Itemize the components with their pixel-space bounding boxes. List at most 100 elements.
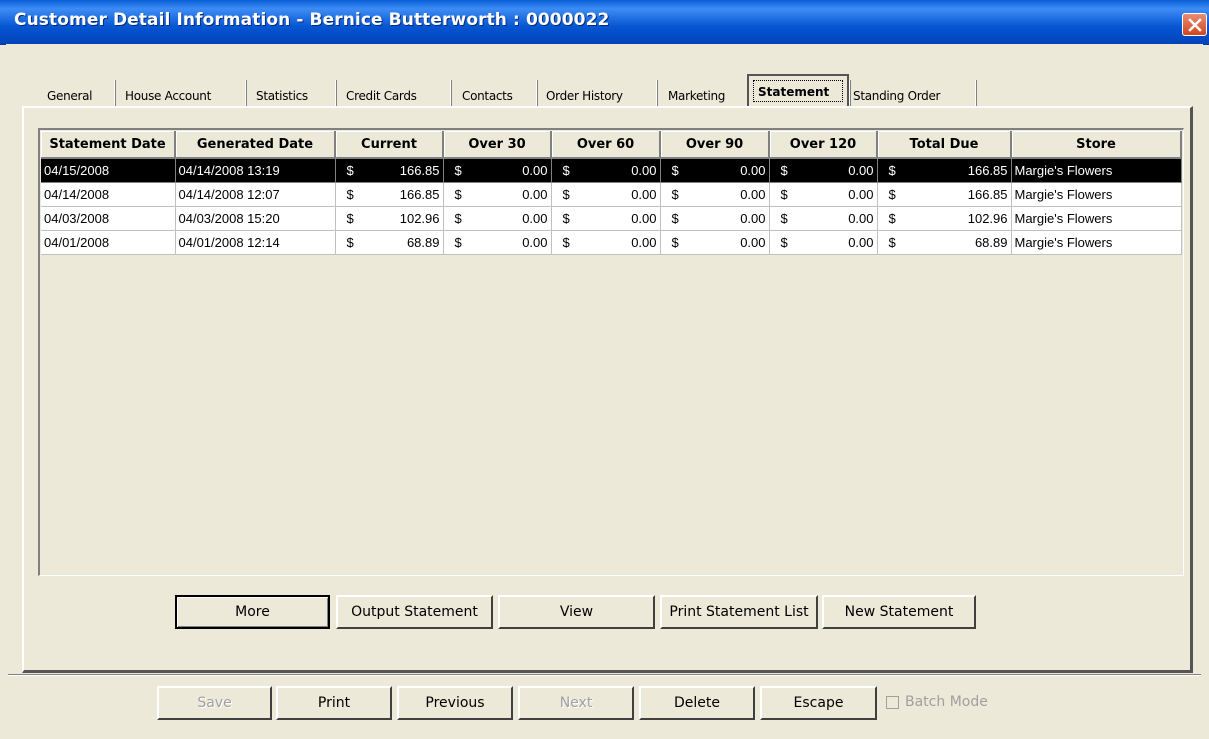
cell-over90-value: 0.00 — [740, 235, 766, 250]
currency-symbol: $ — [562, 163, 570, 178]
escape-button[interactable]: Escape — [760, 686, 877, 720]
cell-generated-date: 04/01/2008 12:14 — [175, 230, 336, 255]
currency-symbol: $ — [454, 187, 462, 202]
delete-button[interactable]: Delete — [639, 686, 755, 720]
cell-over120-value: 0.00 — [848, 235, 874, 250]
currency-symbol: $ — [888, 235, 896, 250]
cell-over90-value: 0.00 — [740, 187, 766, 202]
col-header-current[interactable]: Current — [335, 131, 444, 159]
print-button[interactable]: Print — [276, 686, 392, 720]
cell-over120: $0.00 — [769, 206, 878, 231]
cell-over90-value: 0.00 — [740, 211, 766, 226]
col-header-over-30[interactable]: Over 30 — [443, 131, 552, 159]
window-title: Customer Detail Information - Bernice Bu… — [14, 10, 610, 30]
previous-button[interactable]: Previous — [397, 686, 513, 720]
divider — [8, 674, 1201, 676]
currency-symbol: $ — [888, 163, 896, 178]
table-row[interactable]: 04/01/2008 04/01/2008 12:14 $68.89 $0.00 $0.… — [41, 230, 1182, 255]
cell-store: Margie's Flowers — [1011, 230, 1182, 255]
cell-current-value: 102.96 — [399, 211, 440, 226]
cell-over120: $0.00 — [769, 230, 878, 255]
cell-over60: $0.00 — [551, 230, 661, 255]
cell-over30: $0.00 — [443, 206, 552, 231]
col-header-store[interactable]: Store — [1011, 131, 1182, 159]
table-row[interactable]: 04/14/2008 04/14/2008 12:07 $166.85 $0.00 $0… — [41, 182, 1182, 207]
tab-credit-cards[interactable]: Credit Cards — [346, 78, 446, 106]
cell-generated-date: 04/03/2008 15:20 — [175, 206, 336, 231]
close-button[interactable] — [1182, 13, 1207, 36]
col-header-over-120[interactable]: Over 120 — [769, 131, 878, 159]
cell-over30-value: 0.00 — [522, 163, 548, 178]
tab-label: Order History — [546, 89, 623, 103]
tab-label: Marketing — [668, 89, 726, 103]
col-header-over-90[interactable]: Over 90 — [660, 131, 770, 159]
cell-current-value: 166.85 — [399, 163, 440, 178]
tab-label: House Account — [125, 89, 211, 103]
cell-statement-date: 04/15/2008 — [41, 158, 176, 183]
currency-symbol: $ — [562, 211, 570, 226]
tab-marketing[interactable]: Marketing — [668, 78, 744, 106]
new-statement-button[interactable]: New Statement — [822, 595, 976, 629]
save-button[interactable]: Save — [157, 686, 272, 720]
tab-label: Standing Order — [853, 89, 941, 103]
cell-current: $68.89 — [335, 230, 444, 255]
cell-total-due: $102.96 — [877, 206, 1012, 231]
currency-symbol: $ — [346, 163, 354, 178]
tab-standing-order[interactable]: Standing Order — [853, 78, 973, 106]
tab-house-account[interactable]: House Account — [125, 78, 240, 106]
tab-divider — [536, 80, 538, 106]
cell-total-due: $166.85 — [877, 158, 1012, 183]
cell-total-due: $166.85 — [877, 182, 1012, 207]
currency-symbol: $ — [562, 187, 570, 202]
cell-current: $166.85 — [335, 158, 444, 183]
tab-divider — [975, 80, 977, 106]
cell-over90: $0.00 — [660, 182, 770, 207]
tab-statistics[interactable]: Statistics — [256, 78, 331, 106]
cell-total-due-value: 166.85 — [967, 187, 1008, 202]
cell-over30-value: 0.00 — [522, 211, 548, 226]
checkbox-box — [886, 696, 899, 709]
tab-label: Statement — [758, 85, 830, 99]
currency-symbol: $ — [888, 211, 896, 226]
cell-over60: $0.00 — [551, 182, 661, 207]
tab-general[interactable]: General — [47, 78, 109, 106]
cell-current: $166.85 — [335, 182, 444, 207]
currency-symbol: $ — [780, 163, 788, 178]
cell-over90: $0.00 — [660, 230, 770, 255]
cell-over120-value: 0.00 — [848, 187, 874, 202]
cell-over60-value: 0.00 — [631, 163, 657, 178]
currency-symbol: $ — [346, 235, 354, 250]
cell-statement-date: 04/03/2008 — [41, 206, 176, 231]
next-button[interactable]: Next — [518, 686, 634, 720]
cell-over120: $0.00 — [769, 158, 878, 183]
cell-over120-value: 0.00 — [848, 211, 874, 226]
tab-contacts[interactable]: Contacts — [462, 78, 532, 106]
cell-over30-value: 0.00 — [522, 187, 548, 202]
cell-over120-value: 0.00 — [848, 163, 874, 178]
view-button[interactable]: View — [498, 595, 655, 629]
tab-order-history[interactable]: Order History — [546, 78, 652, 106]
col-header-total-due[interactable]: Total Due — [877, 131, 1012, 159]
cell-over90: $0.00 — [660, 158, 770, 183]
statement-table: Statement Date Generated Date Current Ov… — [41, 131, 1182, 255]
tab-label: General — [47, 89, 93, 103]
cell-statement-date: 04/14/2008 — [41, 182, 176, 207]
statement-grid[interactable]: Statement Date Generated Date Current Ov… — [38, 128, 1184, 576]
col-header-generated-date[interactable]: Generated Date — [175, 131, 336, 159]
cell-statement-date: 04/01/2008 — [41, 230, 176, 255]
table-row[interactable]: 04/03/2008 04/03/2008 15:20 $102.96 $0.00 $0… — [41, 206, 1182, 231]
close-icon — [1188, 18, 1202, 32]
title-bar: Customer Detail Information - Bernice Bu… — [0, 0, 1209, 45]
output-statement-button[interactable]: Output Statement — [336, 595, 493, 629]
col-header-statement-date[interactable]: Statement Date — [41, 131, 176, 159]
batch-mode-label: Batch Mode — [905, 694, 988, 710]
col-header-over-60[interactable]: Over 60 — [551, 131, 661, 159]
cell-over30: $0.00 — [443, 182, 552, 207]
tab-divider — [245, 80, 247, 106]
currency-symbol: $ — [454, 235, 462, 250]
cell-current: $102.96 — [335, 206, 444, 231]
more-button[interactable]: More — [175, 595, 330, 629]
print-statement-list-button[interactable]: Print Statement List — [660, 595, 818, 629]
table-row[interactable]: 04/15/2008 04/14/2008 13:19 $166.85 $0.00 $0… — [41, 158, 1182, 183]
tab-statement[interactable]: Statement — [747, 74, 849, 108]
